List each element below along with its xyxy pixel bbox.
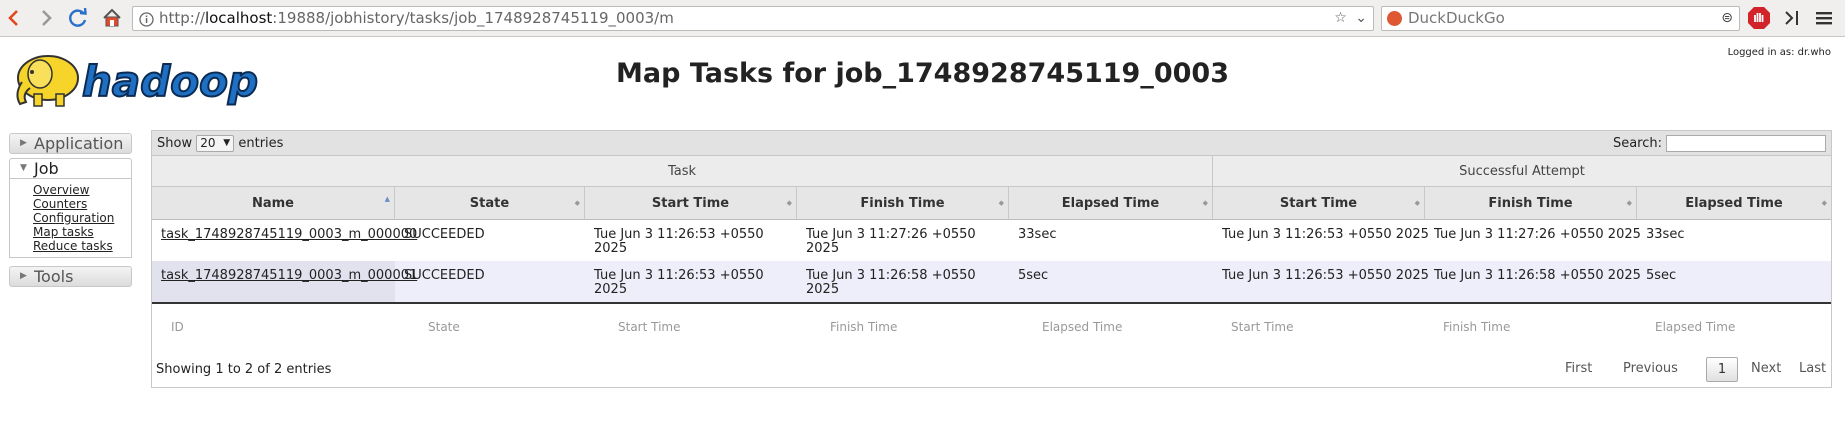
footer-filter-elapsed-time[interactable]: Elapsed Time bbox=[1042, 320, 1122, 334]
sort-icon: ◆ bbox=[574, 199, 580, 207]
link-overview[interactable]: Overview bbox=[33, 183, 131, 197]
pager-previous[interactable]: Previous bbox=[1623, 361, 1678, 376]
cell-start-time: Tue Jun 3 11:26:53 +0550 2025 bbox=[594, 268, 764, 297]
sort-icon: ◆ bbox=[1626, 199, 1632, 207]
table-search-input[interactable] bbox=[1666, 135, 1826, 152]
cell-elapsed-time: 5sec bbox=[1018, 268, 1049, 283]
job-links: Overview Counters Configuration Map task… bbox=[9, 179, 132, 258]
cell-elapsed-time: 33sec bbox=[1018, 227, 1057, 242]
footer-filter-finish-time[interactable]: Finish Time bbox=[830, 320, 897, 334]
tasks-table: Show 20 ▼ entries Search: Task Successful… bbox=[151, 130, 1832, 388]
table-toolbar: Show 20 ▼ entries Search: bbox=[152, 131, 1831, 156]
search-placeholder: DuckDuckGo bbox=[1408, 9, 1505, 27]
web-search-bar[interactable]: DuckDuckGo ⊜ bbox=[1381, 6, 1740, 31]
pager-next[interactable]: Next bbox=[1751, 361, 1781, 376]
sort-icon: ◆ bbox=[998, 199, 1004, 207]
url-host: localhost bbox=[204, 9, 273, 27]
cell-start-time: Tue Jun 3 11:26:53 +0550 2025 bbox=[594, 227, 764, 256]
cell-attempt-elapsed-time: 33sec bbox=[1646, 227, 1685, 242]
sort-asc-icon: ▲ bbox=[384, 195, 390, 203]
pager-first[interactable]: First bbox=[1565, 361, 1592, 376]
chevron-down-icon: ▼ bbox=[223, 138, 231, 148]
table-info: Showing 1 to 2 of 2 entries bbox=[156, 362, 332, 377]
bookmark-star-icon[interactable]: ☆ bbox=[1334, 10, 1347, 26]
url-prefix: http:// bbox=[159, 9, 205, 27]
logged-in-label: Logged in as: dr.who bbox=[1727, 47, 1831, 58]
task-link[interactable]: task_1748928745119_0003_m_000001 bbox=[161, 268, 417, 283]
forward-icon[interactable] bbox=[32, 4, 60, 32]
cell-state: SUCCEEDED bbox=[404, 268, 485, 283]
nav-tools[interactable]: ▶ Tools bbox=[9, 266, 132, 287]
link-map-tasks[interactable]: Map tasks bbox=[33, 225, 131, 239]
collapsed-arrow-icon: ▶ bbox=[20, 138, 27, 148]
table-row: task_1748928745119_0003_m_000000 SUCCEED… bbox=[152, 220, 1831, 261]
pager-page-1[interactable]: 1 bbox=[1706, 357, 1738, 382]
info-icon[interactable] bbox=[139, 11, 154, 30]
cell-finish-time: Tue Jun 3 11:27:26 +0550 2025 bbox=[806, 227, 976, 256]
nav-application[interactable]: ▶ Application bbox=[9, 133, 132, 154]
menu-icon[interactable] bbox=[1810, 4, 1838, 32]
column-header-state[interactable]: State ◆ bbox=[395, 187, 585, 220]
sort-icon: ◆ bbox=[1414, 199, 1420, 207]
sort-icon: ◆ bbox=[786, 199, 792, 207]
column-header-name[interactable]: Name ▲ bbox=[152, 187, 395, 220]
cell-attempt-finish-time: Tue Jun 3 11:26:58 +0550 2025 bbox=[1434, 268, 1641, 283]
cell-attempt-elapsed-time: 5sec bbox=[1646, 268, 1677, 283]
cell-attempt-start-time: Tue Jun 3 11:26:53 +0550 2025 bbox=[1222, 227, 1429, 242]
adblock-icon[interactable] bbox=[1745, 4, 1773, 32]
expanded-arrow-icon: ▼ bbox=[20, 163, 27, 173]
cell-attempt-start-time: Tue Jun 3 11:26:53 +0550 2025 bbox=[1222, 268, 1429, 283]
task-link[interactable]: task_1748928745119_0003_m_000000 bbox=[161, 227, 417, 242]
footer-filter-state[interactable]: State bbox=[428, 320, 460, 334]
sort-icon: ◆ bbox=[1202, 199, 1208, 207]
column-header-start-time[interactable]: Start Time ◆ bbox=[585, 187, 797, 220]
address-bar[interactable]: http://localhost:19888/jobhistory/tasks/… bbox=[132, 6, 1374, 31]
collapsed-arrow-icon: ▶ bbox=[20, 271, 27, 281]
column-header-attempt-elapsed-time[interactable]: Elapsed Time ◆ bbox=[1637, 187, 1831, 220]
link-counters[interactable]: Counters bbox=[33, 197, 131, 211]
home-icon[interactable] bbox=[98, 4, 126, 32]
duckduckgo-icon bbox=[1387, 11, 1402, 26]
page-title: Map Tasks for job_1748928745119_0003 bbox=[616, 58, 1229, 89]
link-configuration[interactable]: Configuration bbox=[33, 211, 131, 225]
nav-job[interactable]: ▼ Job bbox=[9, 158, 132, 179]
group-header-successful-attempt: Successful Attempt bbox=[1213, 156, 1831, 187]
cell-state: SUCCEEDED bbox=[404, 227, 485, 242]
url-path: :19888/jobhistory/tasks/job_174892874511… bbox=[272, 9, 674, 27]
column-header-attempt-start-time[interactable]: Start Time ◆ bbox=[1213, 187, 1425, 220]
sidebar-icon[interactable] bbox=[1778, 4, 1806, 32]
footer-filter-id[interactable]: ID bbox=[171, 320, 184, 334]
back-icon[interactable] bbox=[0, 4, 28, 32]
cell-attempt-finish-time: Tue Jun 3 11:27:26 +0550 2025 bbox=[1434, 227, 1641, 242]
page-length-control: Show 20 ▼ entries bbox=[157, 135, 284, 152]
left-navigation: ▶ Application ▼ Job Overview Counters Co… bbox=[9, 133, 132, 287]
search-go-icon[interactable]: ⊜ bbox=[1721, 7, 1733, 30]
column-header-attempt-finish-time[interactable]: Finish Time ◆ bbox=[1425, 187, 1637, 220]
pager-last[interactable]: Last bbox=[1799, 361, 1826, 376]
footer-filter-attempt-elapsed-time[interactable]: Elapsed Time bbox=[1655, 320, 1735, 334]
column-header-elapsed-time[interactable]: Elapsed Time ◆ bbox=[1009, 187, 1213, 220]
column-header-finish-time[interactable]: Finish Time ◆ bbox=[797, 187, 1009, 220]
footer-filter-attempt-finish-time[interactable]: Finish Time bbox=[1443, 320, 1510, 334]
link-reduce-tasks[interactable]: Reduce tasks bbox=[33, 239, 131, 253]
table-row: task_1748928745119_0003_m_000001 SUCCEED… bbox=[152, 261, 1831, 304]
footer-filter-start-time[interactable]: Start Time bbox=[618, 320, 681, 334]
browser-toolbar: http://localhost:19888/jobhistory/tasks/… bbox=[0, 0, 1845, 37]
cell-finish-time: Tue Jun 3 11:26:58 +0550 2025 bbox=[806, 268, 976, 297]
group-header-task: Task bbox=[152, 156, 1213, 187]
page-length-select[interactable]: 20 ▼ bbox=[196, 135, 235, 152]
dropdown-icon[interactable]: ⌄ bbox=[1355, 10, 1367, 26]
footer-filter-attempt-start-time[interactable]: Start Time bbox=[1231, 320, 1294, 334]
table-search: Search: bbox=[1613, 135, 1826, 152]
reload-icon[interactable] bbox=[64, 4, 92, 32]
pagination: First Previous 1 Next Last bbox=[1531, 356, 1831, 382]
sort-icon: ◆ bbox=[1821, 199, 1827, 207]
